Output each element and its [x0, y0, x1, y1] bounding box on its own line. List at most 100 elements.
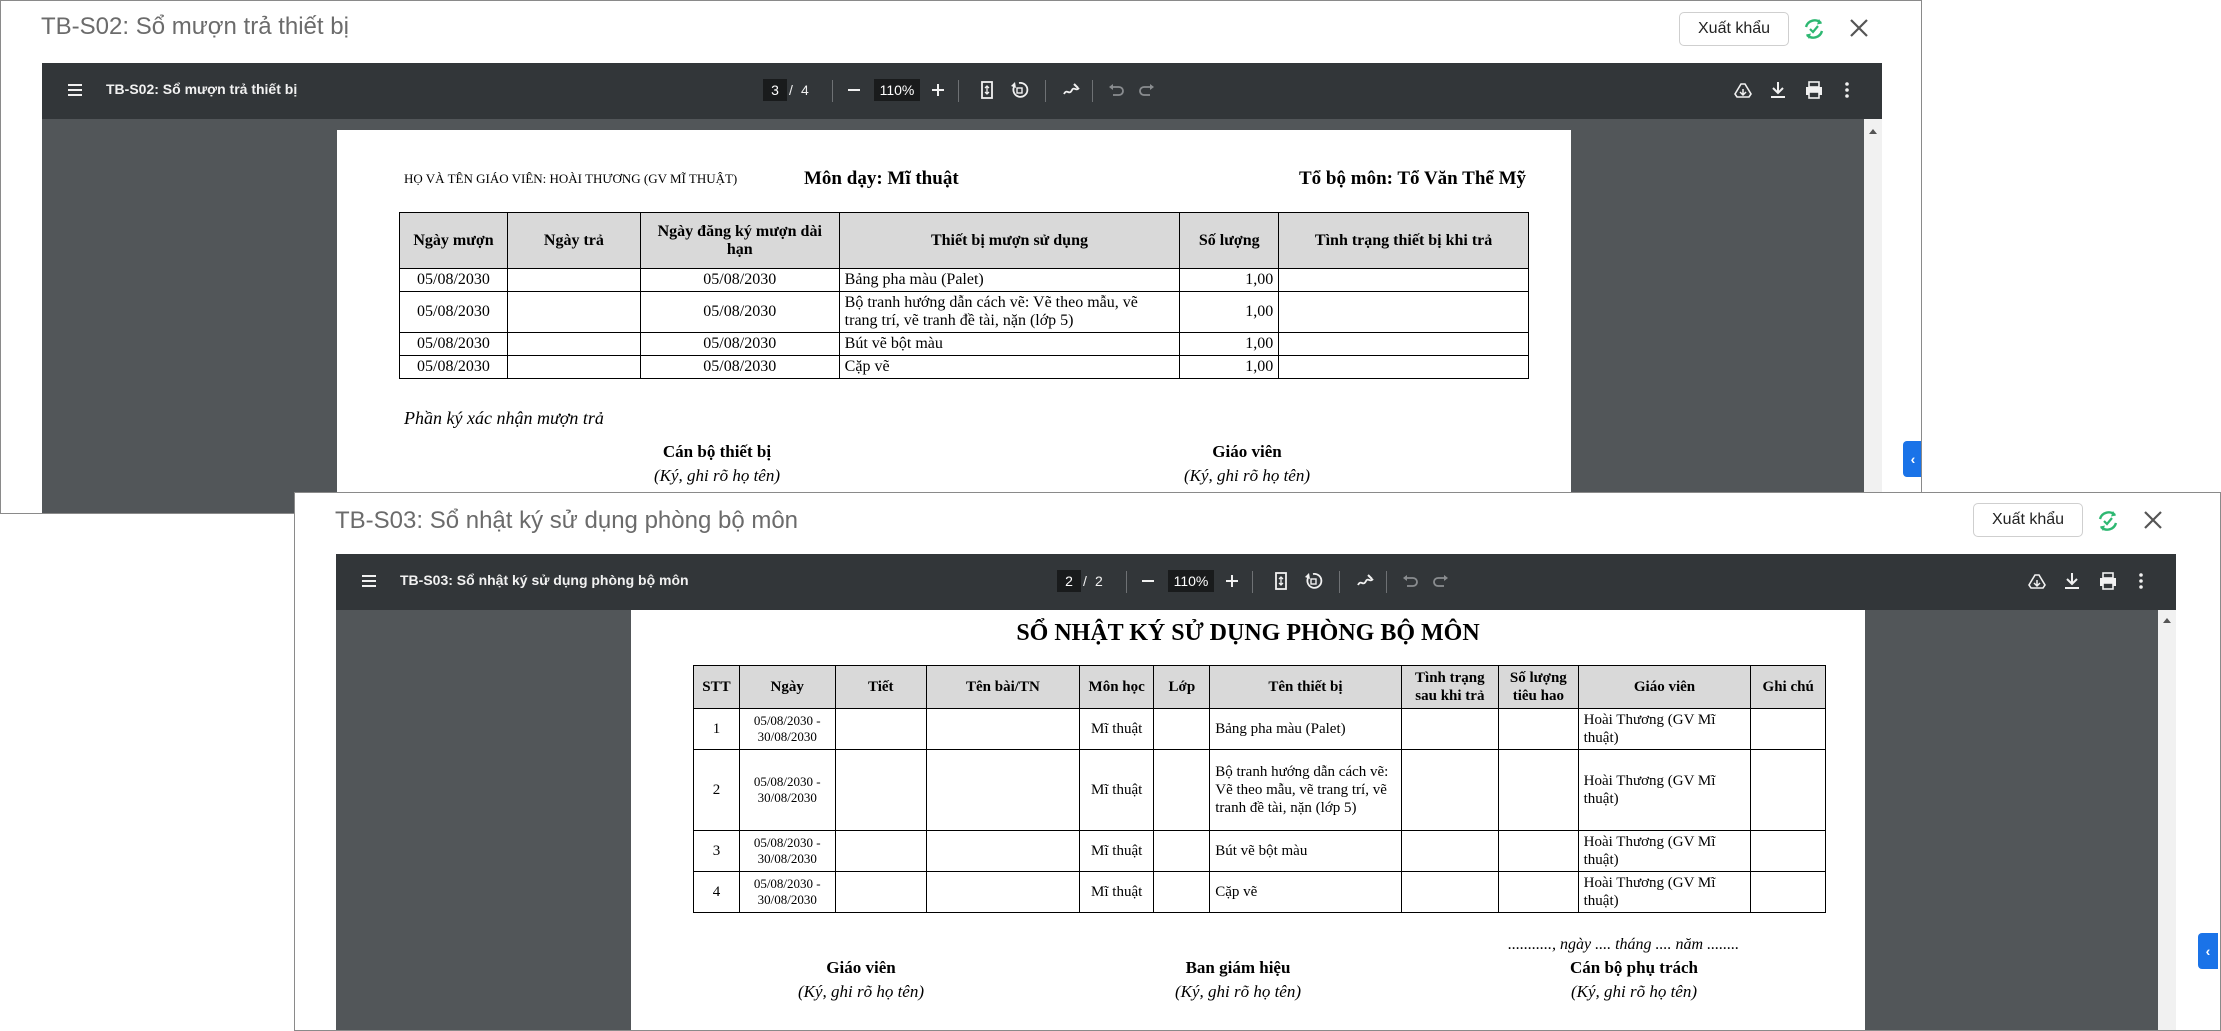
- cell-date: 05/08/2030 - 30/08/2030: [738, 749, 836, 831]
- annotate-icon[interactable]: [1354, 570, 1376, 592]
- cell-teacher: Hoài Thương (GV Mĩ thuật): [1577, 749, 1752, 831]
- drive-save-icon[interactable]: [2026, 570, 2048, 592]
- cell-note: [1750, 871, 1826, 913]
- scroll-up-icon[interactable]: [2158, 614, 2176, 628]
- pdf-viewer: TB-S02: Sổ mượn trả thiết bị 3 / 4 110%: [42, 63, 1882, 513]
- fit-page-icon[interactable]: [1270, 570, 1292, 592]
- table-row: 1 05/08/2030 - 30/08/2030 Mĩ thuật Bảng …: [693, 708, 1826, 750]
- page-number-input[interactable]: 2: [1057, 570, 1081, 592]
- date-line: ..........., ngày .... tháng .... năm ..…: [1508, 936, 1740, 953]
- col-equipment: Thiết bị mượn sử dụng: [838, 212, 1181, 269]
- zoom-in-icon[interactable]: [927, 79, 949, 101]
- table-row: 05/08/2030 05/08/2030 Bảng pha màu (Pale…: [399, 268, 1529, 292]
- scroll-up-icon[interactable]: [1864, 125, 1882, 139]
- refresh-icon[interactable]: [1800, 15, 1828, 43]
- col-class: Lớp: [1153, 665, 1211, 709]
- fit-page-icon[interactable]: [976, 79, 998, 101]
- menu-icon[interactable]: [358, 570, 380, 592]
- side-panel-toggle[interactable]: ‹: [2198, 933, 2218, 969]
- zoom-level-input[interactable]: 110%: [874, 79, 920, 101]
- print-icon[interactable]: [2097, 570, 2119, 592]
- download-icon[interactable]: [1767, 79, 1789, 101]
- export-button[interactable]: Xuất khẩu: [1973, 503, 2084, 537]
- table-row: 2 05/08/2030 - 30/08/2030 Mĩ thuật Bộ tr…: [693, 749, 1826, 831]
- side-panel-toggle[interactable]: ‹: [1903, 441, 1921, 477]
- signature-title: Cán bộ phụ trách: [1569, 958, 1698, 977]
- signature-board: Ban giám hiệu (Ký, ghi rõ họ tên): [1118, 958, 1358, 1002]
- annotate-icon[interactable]: [1060, 79, 1082, 101]
- cell-teacher: Hoài Thương (GV Mĩ thuật): [1577, 708, 1752, 750]
- cell-status-after-return: [1400, 830, 1500, 872]
- cell-equipment: Bảng pha màu (Palet): [1209, 708, 1402, 750]
- cell-long-term-date: 05/08/2030: [639, 332, 840, 356]
- cell-class: [1153, 708, 1211, 750]
- cell-consumed-quantity: [1498, 708, 1579, 750]
- redo-icon[interactable]: [1430, 570, 1452, 592]
- col-return-date: Ngày trả: [506, 212, 641, 269]
- toolbar-divider: [1126, 571, 1127, 593]
- zoom-level-input[interactable]: 110%: [1168, 570, 1214, 592]
- document-heading: SỔ NHẬT KÝ SỬ DỤNG PHÒNG BỘ MÔN: [1016, 620, 1480, 646]
- download-icon[interactable]: [2061, 570, 2083, 592]
- zoom-in-icon[interactable]: [1221, 570, 1243, 592]
- drive-save-icon[interactable]: [1732, 79, 1754, 101]
- pdf-toolbar: TB-S02: Sổ mượn trả thiết bị 3 / 4 110%: [42, 63, 1882, 119]
- signature-note: (Ký, ghi rõ họ tên): [653, 466, 781, 485]
- cell-subject: Mĩ thuật: [1078, 708, 1155, 750]
- pdf-toolbar: TB-S03: Sổ nhật ký sử dụng phòng bộ môn …: [336, 554, 2176, 610]
- redo-icon[interactable]: [1136, 79, 1158, 101]
- pdf-viewer: TB-S03: Sổ nhật ký sử dụng phòng bộ môn …: [336, 554, 2176, 1030]
- cell-borrow-date: 05/08/2030: [399, 332, 508, 356]
- cell-equipment: Bút vẽ bột màu: [838, 332, 1181, 356]
- col-consumed-quantity: Số lượng tiêu hao: [1498, 665, 1579, 709]
- cell-index: 1: [693, 708, 740, 750]
- col-quantity: Số lượng: [1179, 212, 1280, 269]
- table-header-row: STT Ngày Tiết Tên bài/TN Môn học Lớp Tên…: [693, 665, 1826, 709]
- cell-quantity: 1,00: [1179, 268, 1280, 292]
- dialog-title: TB-S03: Sổ nhật ký sử dụng phòng bộ môn: [335, 507, 799, 534]
- cell-date: 05/08/2030 - 30/08/2030: [738, 871, 836, 913]
- cell-index: 4: [693, 871, 740, 913]
- scrollbar[interactable]: [2158, 610, 2176, 1030]
- col-return-status: Tình trạng thiết bị khi trả: [1278, 212, 1529, 269]
- export-dialog-tb-s03: TB-S03: Sổ nhật ký sử dụng phòng bộ môn …: [294, 492, 2221, 1031]
- export-button[interactable]: Xuất khẩu: [1679, 12, 1790, 46]
- department-label: Tổ bộ môn: Tổ Văn Thể Mỹ: [1299, 168, 1526, 189]
- close-icon[interactable]: [2141, 508, 2165, 532]
- col-note: Ghi chú: [1750, 665, 1826, 709]
- more-icon[interactable]: [2130, 570, 2152, 592]
- zoom-out-icon[interactable]: [1137, 570, 1159, 592]
- page-total: 4: [801, 82, 809, 98]
- print-icon[interactable]: [1803, 79, 1825, 101]
- refresh-icon[interactable]: [2094, 507, 2122, 535]
- dialog-title: TB-S02: Sổ mượn trả thiết bị: [41, 13, 349, 40]
- menu-icon[interactable]: [64, 79, 86, 101]
- cell-lesson: [925, 708, 1080, 750]
- undo-icon[interactable]: [1105, 79, 1127, 101]
- signature-note: (Ký, ghi rõ họ tên): [1570, 982, 1698, 1001]
- cell-long-term-date: 05/08/2030: [639, 355, 840, 379]
- undo-icon[interactable]: [1399, 570, 1421, 592]
- signature-teacher: Giáo viên (Ký, ghi rõ họ tên): [741, 958, 981, 1002]
- pdf-page: SỔ NHẬT KÝ SỬ DỤNG PHÒNG BỘ MÔN STT Ngày…: [631, 610, 1865, 1030]
- close-icon[interactable]: [1847, 16, 1871, 40]
- toolbar-divider: [1339, 571, 1340, 593]
- more-icon[interactable]: [1836, 79, 1858, 101]
- subject-label: Môn dạy: Mĩ thuật: [804, 168, 959, 189]
- scrollbar[interactable]: [1864, 119, 1882, 513]
- cell-class: [1153, 749, 1211, 831]
- cell-quantity: 1,00: [1179, 291, 1280, 333]
- page-number-input[interactable]: 3: [763, 79, 787, 101]
- cell-return-date: [506, 355, 641, 379]
- chevron-left-icon: ‹: [2205, 943, 2211, 959]
- rotate-icon[interactable]: [1008, 79, 1030, 101]
- signature-title: Giáo viên: [1212, 442, 1282, 461]
- cell-status-after-return: [1400, 749, 1500, 831]
- cell-consumed-quantity: [1498, 871, 1579, 913]
- col-index: STT: [693, 665, 740, 709]
- rotate-icon[interactable]: [1302, 570, 1324, 592]
- zoom-out-icon[interactable]: [843, 79, 865, 101]
- borrow-return-table: Ngày mượn Ngày trả Ngày đăng ký mượn dài…: [399, 212, 1529, 379]
- cell-long-term-date: 05/08/2030: [639, 268, 840, 292]
- cell-lesson: [925, 749, 1080, 831]
